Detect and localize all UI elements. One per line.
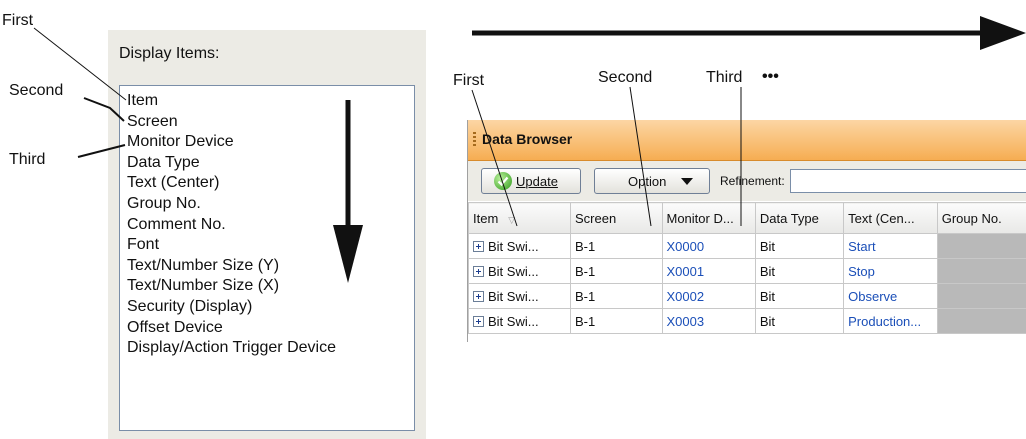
leader-first-left <box>33 27 127 101</box>
right-arrow-head <box>980 16 1026 50</box>
leader-first-right <box>471 89 518 227</box>
annotation-arrows <box>33 16 1026 283</box>
down-arrow-head <box>333 225 363 283</box>
leader-third-left <box>77 144 126 158</box>
leader-second-left <box>83 97 125 122</box>
leader-second-right <box>629 86 652 227</box>
